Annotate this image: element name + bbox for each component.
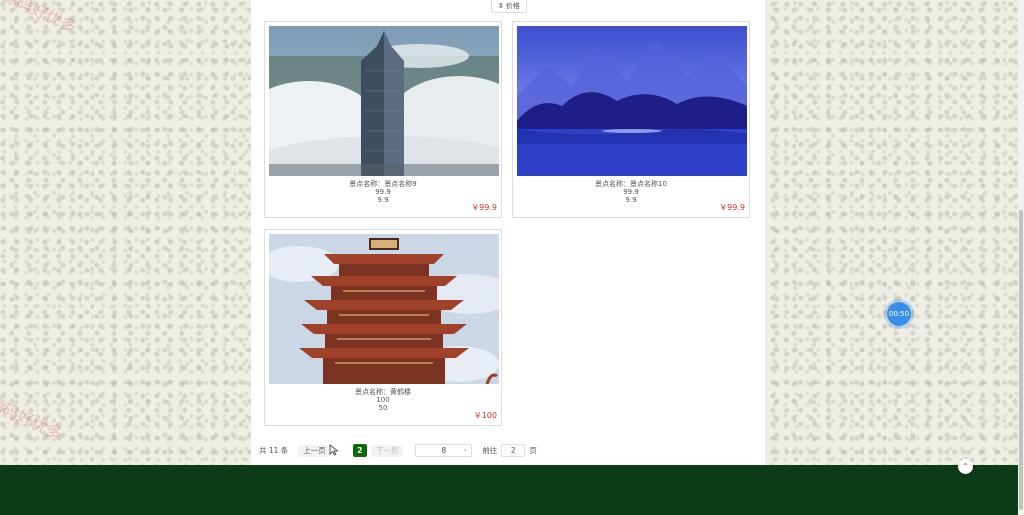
watermark: 源码好优多 (0, 392, 66, 444)
attraction-card[interactable]: 景点名称：景点名称10 99.9 9.9 ￥99.9 (512, 21, 750, 218)
attraction-detail: 50 (378, 404, 388, 412)
page-size-select[interactable]: 8 ⌄ (415, 444, 473, 457)
footer (0, 465, 1018, 515)
page-number-current[interactable]: 2 (352, 444, 367, 457)
scrollbar[interactable] (1018, 0, 1024, 515)
pagination: 共 11 条 上一页 2 下一页 8 ⌄ 前往 2 页 (259, 444, 537, 457)
attraction-name: 景点名称：景点名称9 (349, 180, 417, 188)
page-size-value: 8 (441, 446, 447, 455)
back-to-top-button[interactable]: ⌃ (958, 459, 973, 474)
attraction-name: 景点名称：黄鹤楼 (355, 388, 411, 396)
timer-badge[interactable]: 00:50 (887, 302, 911, 326)
attraction-info: 景点名称：黄鹤楼 100 50 (265, 388, 501, 412)
mouse-cursor-icon (329, 444, 339, 456)
attraction-detail: 9.9 (377, 196, 389, 204)
attraction-name: 景点名称：景点名称10 (595, 180, 667, 188)
chevron-down-icon: ⌄ (462, 445, 469, 453)
sort-label: 价格 (505, 1, 520, 10)
watermark: 源码好优多 (0, 0, 80, 37)
total-count: 共 11 条 (259, 446, 289, 455)
attraction-detail: 9.9 (625, 196, 637, 204)
attraction-image[interactable] (269, 234, 499, 384)
attraction-detail: 99.9 (375, 188, 391, 196)
scrollbar-thumb[interactable] (1019, 210, 1023, 510)
attraction-info: 景点名称：景点名称9 99.9 9.9 (265, 180, 501, 204)
next-page-button[interactable]: 下一页 (370, 444, 404, 457)
attraction-card[interactable]: 景点名称：景点名称9 99.9 9.9 ￥99.9 (264, 21, 502, 218)
attraction-detail: 99.9 (623, 188, 639, 196)
goto-page-input[interactable]: 2 (501, 444, 526, 457)
attraction-card[interactable]: 景点名称：黄鹤楼 100 50 ￥100 (264, 229, 502, 426)
attraction-detail: 100 (376, 396, 390, 404)
attraction-image[interactable] (517, 26, 747, 176)
goto-label: 前往 (482, 446, 498, 455)
chevron-up-icon: ⌃ (962, 462, 969, 471)
attraction-price: ￥99.9 (471, 203, 497, 212)
attraction-price: ￥99.9 (719, 203, 745, 212)
prev-page-button[interactable]: 上一页 (298, 444, 331, 457)
main-content: ⇕ 价格 景点名称：景点名称9 99.9 9.9 ￥99.9 景点名称：景点名称… (251, 0, 765, 465)
goto-suffix: 页 (529, 446, 537, 455)
sort-icon: ⇕ (498, 1, 504, 10)
attraction-price: ￥100 (473, 411, 497, 420)
sort-by-price-button[interactable]: ⇕ 价格 (491, 0, 527, 13)
attraction-image[interactable] (269, 26, 499, 176)
attraction-info: 景点名称：景点名称10 99.9 9.9 (513, 180, 749, 204)
